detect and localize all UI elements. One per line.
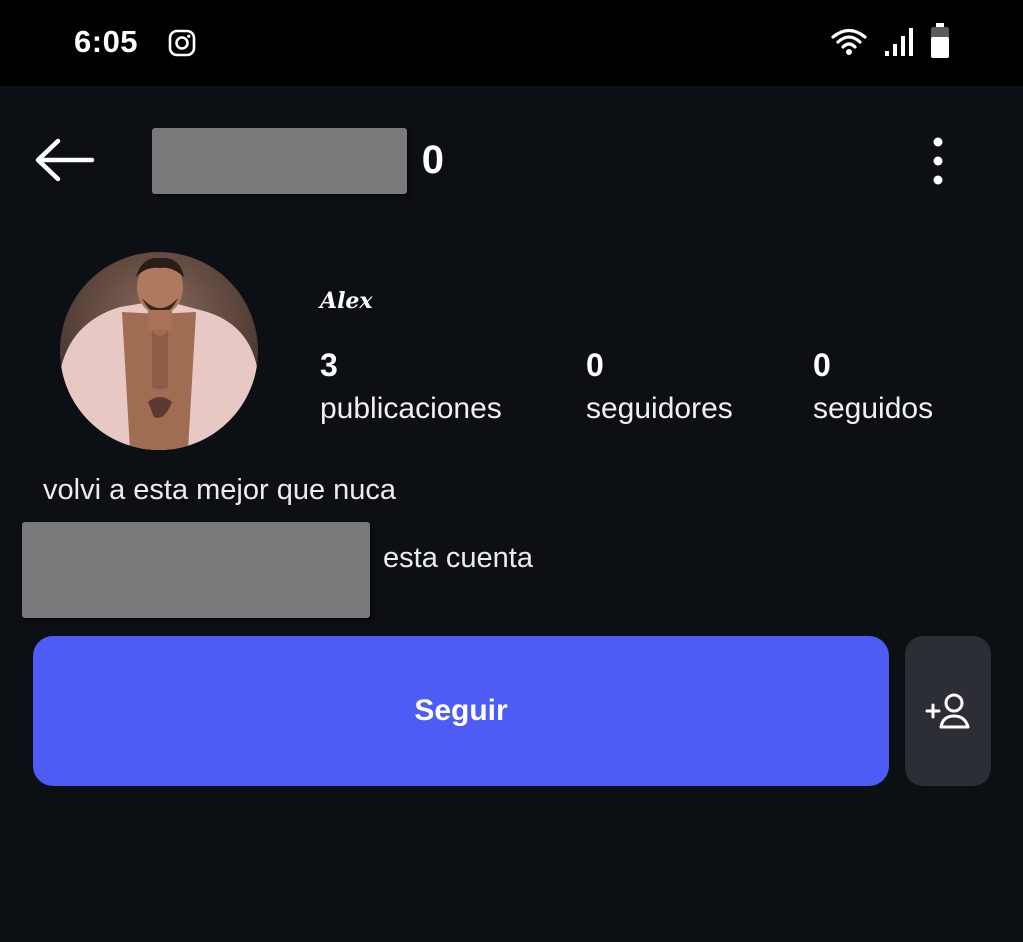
context-redaction [22, 522, 370, 618]
stat-posts-label: publicaciones [320, 392, 502, 425]
stat-followers-label: seguidores [586, 392, 733, 425]
profile-avatar[interactable] [60, 252, 258, 450]
stat-following-count: 0 [813, 347, 831, 383]
stat-followers-count: 0 [586, 347, 604, 383]
wifi-icon [831, 28, 867, 55]
signal-icon [885, 28, 913, 56]
display-name: Alex [320, 288, 373, 314]
add-person-icon [925, 693, 970, 729]
username-redaction [152, 128, 407, 194]
more-vertical-icon[interactable] [916, 134, 960, 188]
follow-button[interactable]: Seguir [33, 636, 889, 786]
stat-following[interactable]: 0 seguidos [813, 345, 933, 431]
stat-posts-count: 3 [320, 347, 338, 383]
status-bar: 6:05 [0, 0, 1023, 86]
suggested-accounts-button[interactable] [905, 636, 991, 786]
stat-posts[interactable]: 3 publicaciones [320, 345, 502, 431]
instagram-icon [168, 29, 196, 57]
profile-bio: volvi a esta mejor que nuca [43, 474, 397, 506]
arrow-left-icon[interactable] [32, 135, 98, 185]
status-time: 6:05 [74, 24, 139, 59]
stat-followers[interactable]: 0 seguidores [586, 345, 733, 431]
battery-icon [931, 23, 949, 58]
stat-following-label: seguidos [813, 392, 934, 425]
